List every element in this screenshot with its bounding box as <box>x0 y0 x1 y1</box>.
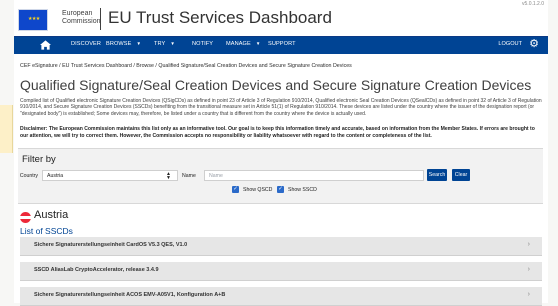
filter-panel: Filter by Country Austria ▲ ▼ Name Name S… <box>18 148 543 204</box>
list-item[interactable]: Sichere Signaturerstellungseinheit CardO… <box>20 237 542 256</box>
nav-try-label: TRY <box>154 41 166 47</box>
nav-support[interactable]: SUPPORT <box>268 41 296 47</box>
search-button[interactable]: Search <box>427 169 447 181</box>
intro-text: Compiled list of Qualified electronic Si… <box>20 98 542 117</box>
name-label: Name <box>182 173 196 179</box>
country-name: Austria <box>34 209 69 221</box>
app-title: EU Trust Services Dashboard <box>108 8 332 27</box>
nav-browse[interactable]: BROWSE ▼ <box>106 41 141 47</box>
disclaimer-text: Disclaimer: The European Commission main… <box>20 126 535 139</box>
commission-label: European Commission <box>62 10 101 25</box>
nav-browse-label: BROWSE <box>106 41 132 47</box>
chevron-right-icon: › <box>527 266 530 273</box>
chevron-down-icon: ▼ <box>170 41 175 46</box>
list-title: List of SSCDs <box>20 226 73 236</box>
austria-flag-icon <box>20 212 31 223</box>
country-select-value: Austria <box>47 173 64 179</box>
show-sscd-label: Show SSCD <box>288 187 317 193</box>
nav-manage[interactable]: MANAGE ▼ <box>226 41 260 47</box>
list-item[interactable]: Sichere Signaturerstellungseinheit ACOS … <box>20 287 542 306</box>
nav-notify[interactable]: NOTIFY <box>192 41 213 47</box>
list-item-label: Sichere Signaturerstellungseinheit ACOS … <box>34 292 226 298</box>
site-header: ★ ★ ★ European Commission EU Trust Servi… <box>14 0 548 36</box>
main-navbar: DISCOVER BROWSE ▼ TRY ▼ NOTIFY MANAGE ▼ SUP… <box>14 36 548 54</box>
version-label: v5.0.1.2.0 <box>522 1 544 7</box>
chevron-right-icon: › <box>527 291 530 298</box>
chevron-right-icon: › <box>527 241 530 248</box>
show-qscd-label: Show QSCD <box>243 187 273 193</box>
show-sscd-checkbox[interactable]: ✓ <box>277 186 284 193</box>
page-title: Qualified Signature/Seal Creation Device… <box>20 77 532 93</box>
chevron-down-icon: ▼ <box>255 41 261 46</box>
name-input[interactable]: Name <box>204 170 424 181</box>
select-arrows-icon: ▲ ▼ <box>166 171 171 181</box>
home-icon[interactable] <box>40 40 51 50</box>
country-select[interactable]: Austria ▲ ▼ <box>42 170 178 181</box>
list-item[interactable]: SSCD AliasLab CryptoAccelerator, release… <box>20 262 542 281</box>
chevron-down-icon: ▼ <box>136 41 142 46</box>
logout-link[interactable]: LOGOUT <box>498 41 522 47</box>
nav-discover[interactable]: DISCOVER <box>71 41 101 47</box>
side-feedback-tab[interactable] <box>0 105 13 153</box>
nav-try[interactable]: TRY ▼ <box>154 41 175 47</box>
breadcrumb[interactable]: CEF eSignature / EU Trust Services Dashb… <box>20 63 352 69</box>
header-divider <box>100 8 101 30</box>
clear-button[interactable]: Clear <box>452 169 470 181</box>
country-label: Country <box>19 173 38 179</box>
eu-flag-logo[interactable]: ★ ★ ★ <box>18 9 48 31</box>
filter-title: Filter by <box>22 154 56 165</box>
gear-icon[interactable]: ⚙ <box>529 39 539 50</box>
show-qscd-checkbox[interactable]: ✓ <box>232 186 239 193</box>
nav-manage-label: MANAGE <box>226 41 251 47</box>
list-item-label: SSCD AliasLab CryptoAccelerator, release… <box>34 267 159 273</box>
list-item-label: Sichere Signaturerstellungseinheit CardO… <box>34 242 188 248</box>
